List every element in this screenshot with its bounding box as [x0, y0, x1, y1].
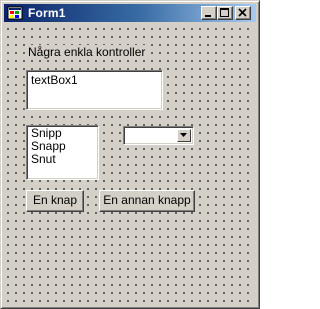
- list-box[interactable]: Snipp Snapp Snut: [26, 125, 99, 180]
- en-knap-button[interactable]: En knap: [26, 190, 84, 212]
- window-title: Form1: [28, 6, 66, 20]
- en-annan-knapp-button[interactable]: En annan knapp: [99, 190, 195, 212]
- form1-window: Form1 Några enkla kontroller textBox1 Sn…: [0, 0, 260, 309]
- chevron-down-icon: [180, 133, 187, 137]
- maximize-icon: [220, 8, 229, 17]
- form-client-area: Några enkla kontroller textBox1 Snipp Sn…: [5, 23, 255, 304]
- maximize-button[interactable]: [217, 6, 233, 20]
- form-label: Några enkla kontroller: [27, 45, 147, 59]
- combo-dropdown-button[interactable]: [177, 129, 191, 142]
- close-icon: [238, 8, 247, 17]
- title-bar[interactable]: Form1: [4, 4, 256, 22]
- list-item[interactable]: Snut: [31, 153, 98, 166]
- minimize-icon: [205, 15, 211, 17]
- app-icon[interactable]: [7, 5, 23, 21]
- minimize-button[interactable]: [201, 6, 217, 20]
- text-box[interactable]: textBox1: [26, 70, 163, 110]
- close-button[interactable]: [235, 6, 251, 20]
- combo-box[interactable]: [123, 126, 194, 145]
